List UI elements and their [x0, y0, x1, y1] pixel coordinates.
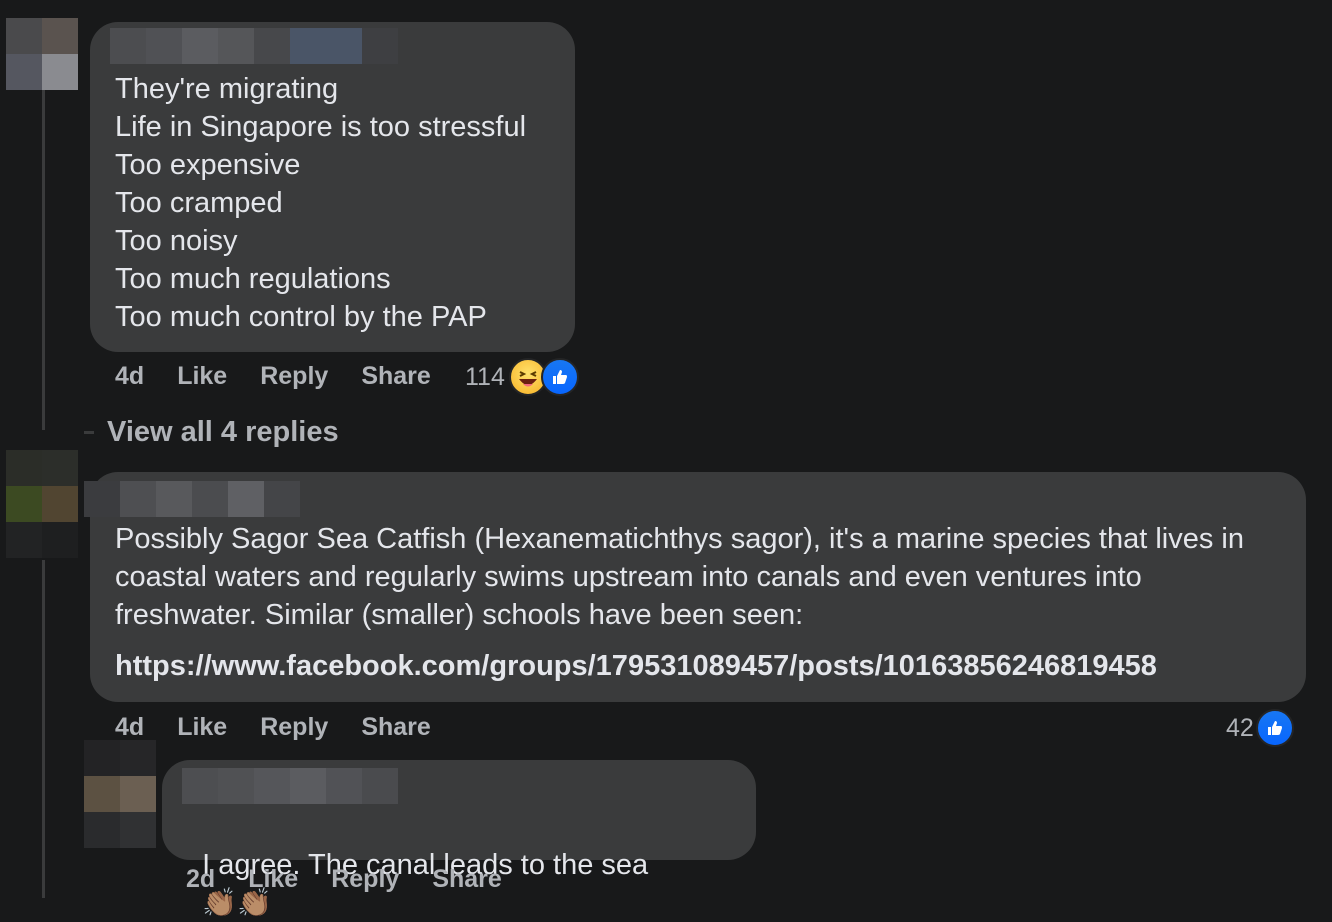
comment-line: They're migrating — [115, 73, 339, 105]
reaction-summary[interactable]: 42 — [1226, 709, 1294, 747]
share-button[interactable]: Share — [432, 865, 501, 894]
comment-actions: 4d Like Reply Share — [115, 362, 464, 391]
like-icon — [540, 358, 579, 396]
comment-line: Too expensive — [115, 149, 301, 181]
comment-link[interactable]: https://www.facebook.com/groups/17953108… — [115, 650, 1157, 683]
avatar[interactable] — [6, 18, 78, 90]
comment-line: Too much regulations — [115, 263, 391, 295]
avatar[interactable] — [84, 740, 156, 848]
comment-line: Too cramped — [115, 187, 283, 219]
reaction-summary[interactable]: 114 — [465, 358, 579, 396]
reply-button[interactable]: Reply — [260, 713, 328, 742]
commenter-name[interactable] — [182, 768, 398, 804]
like-button[interactable]: Like — [177, 362, 227, 391]
reply-button[interactable]: Reply — [331, 865, 399, 894]
share-button[interactable]: Share — [361, 362, 430, 391]
thread-line-reply — [42, 560, 45, 898]
comment-text: Possibly Sagor Sea Catfish (Hexanematich… — [115, 523, 1253, 631]
comment-text: They're migrating Life in Singapore is t… — [115, 70, 526, 336]
comment-line: Too noisy — [115, 225, 238, 257]
comment-line: Life in Singapore is too stressful — [115, 111, 527, 143]
avatar[interactable] — [6, 450, 78, 558]
like-button[interactable]: Like — [248, 865, 298, 894]
commenter-name[interactable] — [84, 481, 300, 517]
timestamp[interactable]: 2d — [186, 865, 215, 894]
timestamp[interactable]: 4d — [115, 362, 144, 391]
comment-actions: 2d Like Reply Share — [186, 865, 535, 894]
like-icon — [1255, 709, 1294, 747]
reply-button[interactable]: Reply — [260, 362, 328, 391]
reaction-count: 114 — [465, 362, 505, 391]
like-button[interactable]: Like — [177, 713, 227, 742]
view-replies-link[interactable]: View all 4 replies — [107, 416, 339, 449]
timestamp[interactable]: 4d — [115, 713, 144, 742]
thread-line — [42, 90, 45, 430]
comment-line: Too much control by the PAP — [115, 301, 487, 333]
reaction-count: 42 — [1226, 713, 1254, 742]
share-button[interactable]: Share — [361, 713, 430, 742]
commenter-name[interactable] — [110, 28, 398, 64]
reply-connector — [84, 431, 94, 434]
comment-actions: 4d Like Reply Share — [115, 713, 464, 742]
